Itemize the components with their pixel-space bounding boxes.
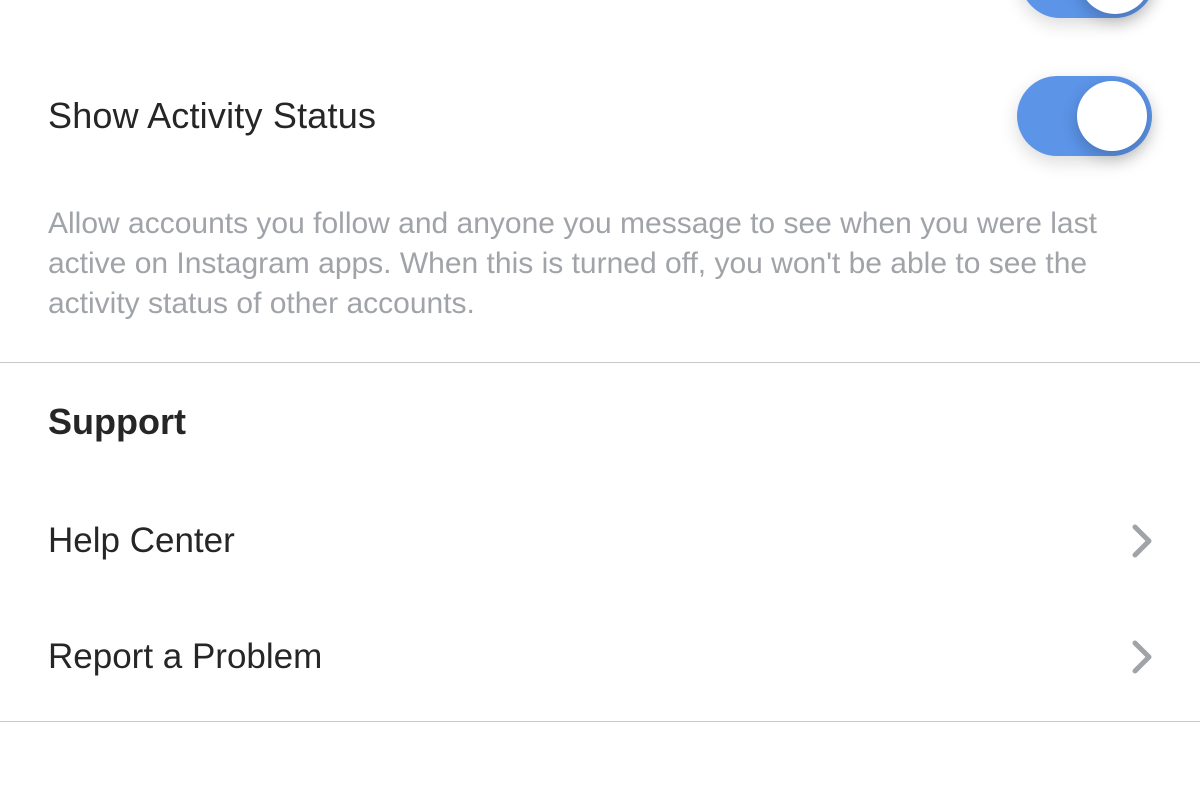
list-item-label: Help Center [48, 521, 235, 561]
section-separator [0, 721, 1200, 722]
activity-status-row: Show Activity Status [0, 76, 1200, 156]
toggle-knob [1079, 0, 1151, 14]
report-problem-row[interactable]: Report a Problem [0, 599, 1200, 715]
toggle-knob [1077, 81, 1147, 151]
chevron-right-icon [1132, 640, 1152, 674]
help-center-row[interactable]: Help Center [0, 483, 1200, 599]
support-list: Help Center Report a Problem [0, 483, 1200, 715]
chevron-right-icon [1132, 524, 1152, 558]
list-item-label: Report a Problem [48, 637, 322, 677]
activity-status-description: Allow accounts you follow and anyone you… [0, 204, 1160, 324]
support-section-header: Support [0, 401, 1200, 443]
previous-setting-toggle[interactable] [1020, 0, 1155, 18]
activity-status-title: Show Activity Status [48, 95, 376, 137]
section-separator [0, 362, 1200, 363]
activity-status-toggle[interactable] [1017, 76, 1152, 156]
